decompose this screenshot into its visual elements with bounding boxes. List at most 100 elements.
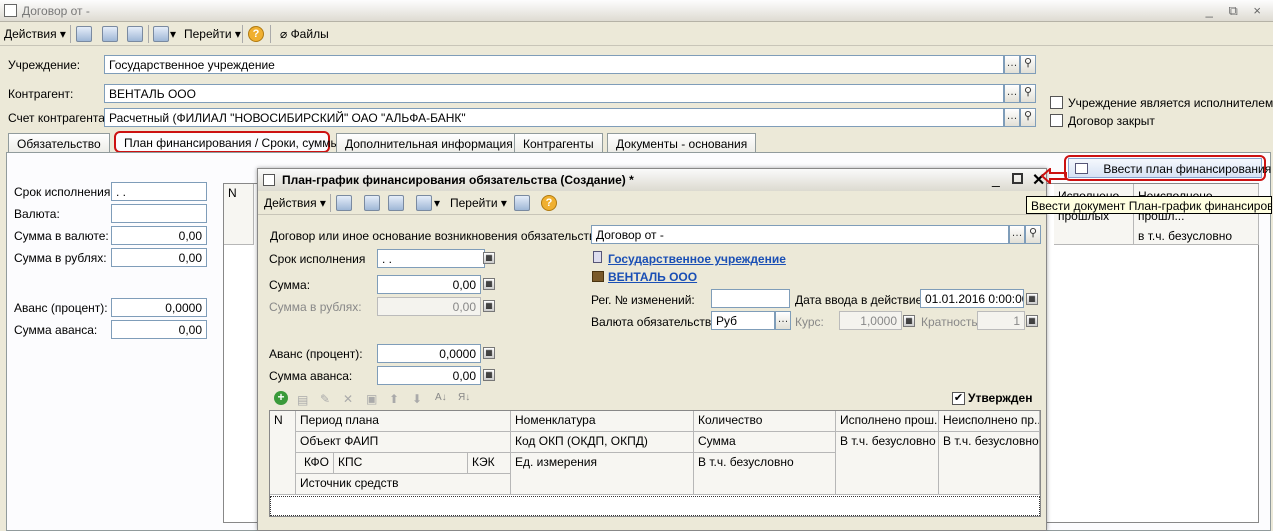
end-edit-icon[interactable]: ▣ — [366, 392, 377, 406]
approved-checkbox[interactable]: ✔ — [952, 392, 965, 405]
delete-row-icon[interactable]: ✕ — [343, 392, 353, 406]
help-icon[interactable]: ? — [248, 26, 264, 42]
sort-asc-icon[interactable]: A↓ — [435, 392, 447, 403]
copy-row-icon[interactable]: ▤ — [297, 393, 308, 407]
rate-field: 1,0000 — [839, 311, 902, 330]
sort-desc-icon[interactable]: Я↓ — [458, 392, 470, 403]
actions-menu[interactable]: Действия ▾ — [4, 27, 66, 41]
arrow-left-icon — [1040, 168, 1067, 184]
multiplicity-label: Кратность: — [921, 315, 981, 329]
maximize-button[interactable] — [1012, 173, 1023, 184]
calculator-icon: ▦ — [1026, 315, 1038, 327]
separator — [70, 25, 71, 43]
window-title: Договор от - — [22, 4, 90, 18]
tab-additional[interactable]: Дополнительная информация — [336, 133, 522, 153]
deadline-field[interactable]: . . — [111, 182, 207, 201]
calendar-icon[interactable]: ▦ — [483, 252, 495, 264]
calculator-icon[interactable]: ▦ — [483, 347, 495, 359]
plan-grid[interactable]: N Период плана Объект ФАИП КФО КПС КЭК И… — [269, 410, 1041, 517]
save-icon[interactable] — [76, 26, 92, 42]
based-on-icon[interactable] — [416, 195, 432, 211]
select-button[interactable]: … — [1004, 55, 1020, 74]
refresh-icon[interactable] — [102, 26, 118, 42]
currency-field[interactable] — [111, 204, 207, 223]
goto-menu[interactable]: Перейти ▾ — [184, 27, 241, 41]
select-button[interactable]: … — [1004, 108, 1020, 127]
account-field[interactable]: Расчетный (ФИЛИАЛ "НОВОСИБИРСКИЙ" ОАО "А… — [104, 108, 1004, 127]
files-button[interactable]: ⌀ Файлы — [280, 27, 329, 41]
modal-actions-menu[interactable]: Действия ▾ — [264, 196, 326, 210]
save-icon[interactable] — [336, 195, 352, 211]
currency-field[interactable]: Руб — [711, 311, 775, 330]
tab-counterparties[interactable]: Контрагенты — [514, 133, 603, 153]
executor-checkbox[interactable] — [1050, 96, 1063, 109]
calculator-icon[interactable]: ▦ — [483, 369, 495, 381]
search-icon[interactable]: ⚲ — [1020, 84, 1036, 103]
reg-num-field[interactable] — [711, 289, 790, 308]
tab-finance-plan[interactable]: План финансирования / Сроки, суммы — [114, 131, 339, 153]
print-icon[interactable] — [514, 195, 530, 211]
approved-label: Утвержден — [968, 391, 1033, 405]
refresh-icon[interactable] — [364, 195, 380, 211]
table-row[interactable] — [270, 496, 1040, 516]
based-on-dropdown[interactable]: ▾ — [434, 196, 440, 210]
advance-pct-label: Аванс (процент): — [14, 301, 108, 315]
advance-pct-field[interactable]: 0,0000 — [111, 298, 207, 317]
counterparty-field[interactable]: ВЕНТАЛЬ ООО — [104, 84, 1004, 103]
counterparty-link[interactable]: ВЕНТАЛЬ ООО — [608, 270, 697, 284]
sum-currency-field[interactable]: 0,00 — [111, 226, 207, 245]
help-icon[interactable]: ? — [541, 195, 557, 211]
closed-checkbox[interactable] — [1050, 114, 1063, 127]
copy-icon[interactable] — [388, 195, 404, 211]
modal-sum-field[interactable]: 0,00 — [377, 275, 481, 294]
tab-documents[interactable]: Документы - основания — [607, 133, 757, 153]
grid-header-n: N — [224, 184, 254, 245]
grid-header-sum: Сумма — [694, 432, 836, 453]
grid-header-kfo: КФО — [296, 453, 334, 474]
select-button[interactable]: … — [1009, 225, 1025, 244]
advance-sum-label: Сумма аванса: — [14, 323, 98, 337]
tab-obligation[interactable]: Обязательство — [8, 133, 110, 153]
search-icon[interactable]: ⚲ — [1020, 108, 1036, 127]
reg-num-label: Рег. № изменений: — [591, 293, 695, 307]
modal-title: План-график финансирования обязательства… — [282, 173, 634, 187]
search-icon[interactable]: ⚲ — [1025, 225, 1041, 244]
select-button[interactable]: … — [1004, 84, 1020, 103]
sum-rub-label: Сумма в рублях: — [14, 251, 107, 265]
plan-schedule-window: План-график финансирования обязательства… — [257, 168, 1047, 531]
institution-field[interactable]: Государственное учреждение — [104, 55, 1004, 74]
enter-plan-button[interactable]: Ввести план финансирования — [1068, 158, 1271, 178]
calendar-icon[interactable]: ▦ — [1026, 293, 1038, 305]
advance-sum-field[interactable]: 0,00 — [111, 320, 207, 339]
grid-header-done-uncond: В т.ч. безусловно — [836, 432, 939, 495]
deadline-label: Срок исполнения — [14, 185, 111, 199]
sum-rub-field[interactable]: 0,00 — [111, 248, 207, 267]
date-input-field[interactable]: 01.01.2016 0:00:00 — [920, 289, 1024, 308]
main-toolbar: Действия ▾ ▾ Перейти ▾ ? ⌀ Файлы — [0, 22, 1273, 46]
counterparty-icon — [592, 271, 604, 282]
basis-field[interactable]: Договор от - — [591, 225, 1009, 244]
modal-goto-menu[interactable]: Перейти ▾ — [450, 196, 507, 210]
based-on-dropdown[interactable]: ▾ — [170, 27, 176, 41]
grid-header-fip: Объект ФАИП — [296, 432, 511, 453]
edit-row-icon[interactable]: ✎ — [320, 392, 330, 406]
based-on-icon[interactable] — [153, 26, 169, 42]
calculator-icon[interactable]: ▦ — [483, 278, 495, 290]
move-up-icon[interactable]: ⬆ — [389, 392, 399, 406]
modal-advance-sum-field[interactable]: 0,00 — [377, 366, 481, 385]
add-row-icon[interactable]: + — [274, 391, 288, 405]
copy-icon[interactable] — [127, 26, 143, 42]
move-down-icon[interactable]: ⬇ — [412, 392, 422, 406]
select-button[interactable]: … — [775, 311, 791, 330]
grid-header-undone: Неисполнено прошл...в т.ч. безусловно — [1134, 184, 1259, 245]
institution-link[interactable]: Государственное учреждение — [608, 252, 786, 266]
window-controls[interactable]: _ ⧉ × — [1206, 3, 1267, 19]
grid-header-n: N — [270, 411, 296, 495]
search-icon[interactable]: ⚲ — [1020, 55, 1036, 74]
modal-deadline-field[interactable]: . . — [377, 249, 485, 268]
modal-advance-pct-field[interactable]: 0,0000 — [377, 344, 481, 363]
grid-header-done: Исполнено прош... — [836, 411, 939, 432]
grid-header-okp: Код ОКП (ОКДП, ОКПД) — [511, 432, 694, 453]
minimize-button[interactable]: _ — [992, 171, 1000, 187]
grid-header-nomenclature: Номенклатура — [511, 411, 694, 432]
